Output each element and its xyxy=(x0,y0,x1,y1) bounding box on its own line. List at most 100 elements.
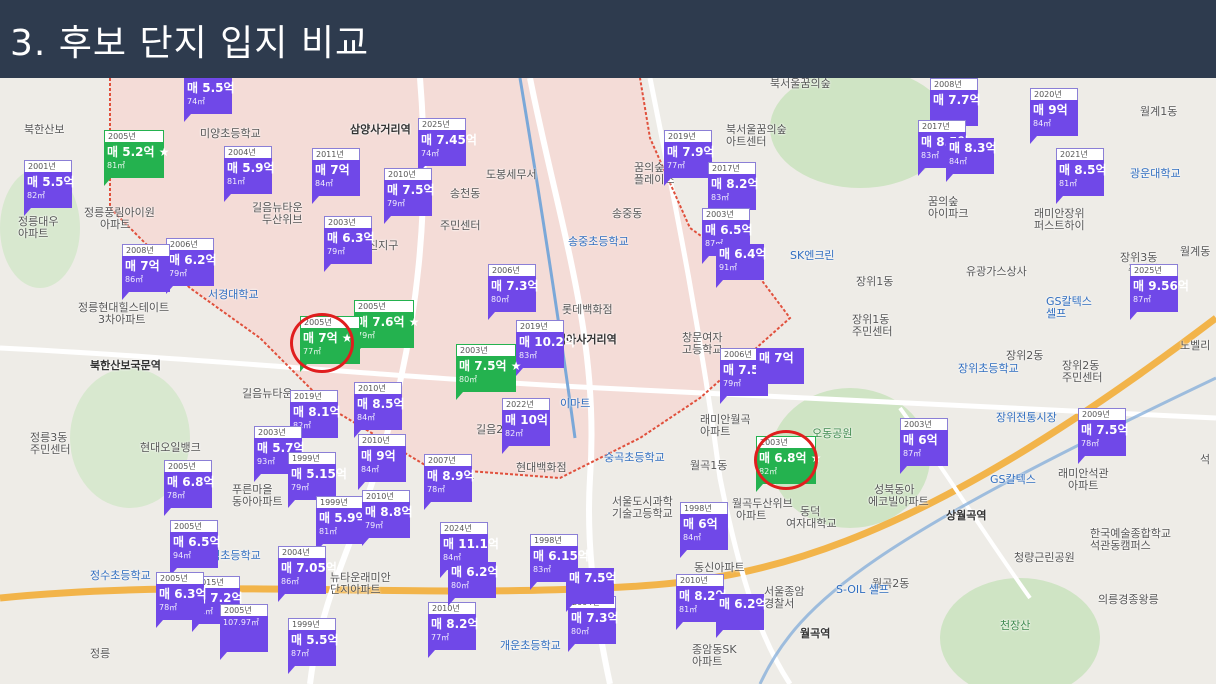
apartment-marker[interactable]: 2005년 매 5.2억 ★ 81㎡ xyxy=(104,130,169,186)
place-label: 월곡1동 xyxy=(690,459,728,472)
apartment-marker[interactable]: 2021년 매 8.5억 81㎡ xyxy=(1056,148,1107,204)
marker-price: 매 7억 xyxy=(315,163,350,177)
apartment-marker[interactable]: 2003년 매 7.5억 ★ 80㎡ xyxy=(456,344,521,400)
marker-year: 2024년 xyxy=(440,522,488,534)
apartment-marker[interactable]: 2010년 매 9억 84㎡ xyxy=(358,434,406,490)
place-label: 미양초등학교 xyxy=(200,127,261,140)
apartment-marker[interactable]: 2010년 매 8.5억 84㎡ xyxy=(354,382,405,438)
marker-area: 80㎡ xyxy=(451,581,470,590)
apartment-marker[interactable]: 2003년 매 6.3억 79㎡ xyxy=(324,216,375,272)
apartment-marker[interactable]: 2019년 매 7.9억 77㎡ xyxy=(664,130,715,186)
marker-price: 매 7억 xyxy=(759,351,794,365)
apartment-marker[interactable]: 2008년 매 7억 86㎡ xyxy=(122,244,170,300)
marker-year: 1998년 xyxy=(680,502,728,514)
marker-body: 매 6.8억 78㎡ xyxy=(164,472,215,508)
apartment-marker[interactable]: 2020년 매 9억 84㎡ xyxy=(1030,88,1078,144)
apartment-marker[interactable]: 2011년 매 7억 84㎡ xyxy=(312,148,360,204)
marker-price: 매 8.2억 xyxy=(431,617,479,631)
marker-area: 84㎡ xyxy=(357,413,376,422)
place-label: 기술고등학교 xyxy=(612,507,673,520)
marker-pointer xyxy=(184,114,191,122)
apartment-marker[interactable]: 1998년 매 6억 84㎡ xyxy=(680,502,728,558)
marker-area: 87㎡ xyxy=(903,449,922,458)
marker-pointer xyxy=(156,620,163,628)
marker-price: 매 8.2억 xyxy=(711,177,759,191)
marker-year: 2020년 xyxy=(1030,88,1078,100)
marker-area: 83㎡ xyxy=(711,193,730,202)
marker-body: 매 10억 82㎡ xyxy=(502,410,550,446)
marker-body: 매 8.8억 79㎡ xyxy=(362,502,413,538)
marker-price: 매 6.5억 xyxy=(173,535,221,549)
apartment-marker[interactable]: 2005년 매 7.6억 ★ 79㎡ xyxy=(354,300,419,356)
apartment-marker[interactable]: 매 5.5억 74㎡ xyxy=(184,78,235,122)
place-label: 석 xyxy=(1200,453,1211,466)
marker-area: 86㎡ xyxy=(281,577,300,586)
page-title: 3. 후보 단지 입지 비교 xyxy=(10,23,370,64)
apartment-marker[interactable]: 2005년 107.97㎡ xyxy=(220,604,268,660)
apartment-marker[interactable]: 2006년 매 7.3억 80㎡ xyxy=(488,264,539,320)
marker-body: 매 10.2억 83㎡ xyxy=(516,332,575,368)
place-label: 북한산보국문역 xyxy=(90,359,161,372)
apartment-marker[interactable]: 매 6.2억 xyxy=(716,594,767,638)
apartment-marker[interactable]: 1999년 매 5.9억 81㎡ xyxy=(316,496,367,552)
apartment-marker[interactable]: 2010년 매 7.5억 79㎡ xyxy=(384,168,435,224)
apartment-marker[interactable]: 매 6.4억 91㎡ xyxy=(716,244,767,288)
marker-pointer xyxy=(530,582,537,590)
marker-area: 87㎡ xyxy=(1133,295,1152,304)
marker-area: 77㎡ xyxy=(667,161,686,170)
marker-year: 2022년 xyxy=(502,398,550,410)
apartment-marker[interactable]: 2004년 매 5.9억 81㎡ xyxy=(224,146,275,202)
marker-price: 매 7억 xyxy=(125,259,160,273)
marker-area: 77㎡ xyxy=(431,633,450,642)
apartment-marker[interactable]: 2003년 매 6억 87㎡ xyxy=(900,418,948,474)
marker-price: 매 6.2억 xyxy=(719,597,767,611)
apartment-marker[interactable]: 2019년 매 10.2억 83㎡ xyxy=(516,320,575,376)
marker-body: 매 8.5억 81㎡ xyxy=(1056,160,1107,196)
marker-pointer xyxy=(428,650,435,658)
apartment-marker[interactable]: 매 6.2억 80㎡ xyxy=(448,562,499,606)
place-label: 월계동 xyxy=(1180,245,1211,258)
marker-area: 79㎡ xyxy=(387,199,406,208)
marker-pointer xyxy=(502,446,509,454)
marker-price: 매 8.8억 xyxy=(365,505,413,519)
marker-pointer xyxy=(756,384,763,392)
apartment-marker[interactable]: 매 7.5억 xyxy=(566,568,617,612)
place-label: 아파트 xyxy=(736,509,767,522)
apartment-marker[interactable]: 2025년 매 7.45억 74㎡ xyxy=(418,118,477,174)
apartment-marker[interactable]: 2001년 매 5.5억 82㎡ xyxy=(24,160,75,216)
apartment-marker[interactable]: 2006년 매 6.2억 79㎡ xyxy=(166,238,217,294)
marker-body: 매 6.2억 xyxy=(716,594,767,630)
place-label: 장위전통시장 xyxy=(996,411,1057,424)
apartment-marker[interactable]: 2007년 매 8.9억 78㎡ xyxy=(424,454,475,510)
place-label: 주민센터 xyxy=(440,219,481,232)
marker-body: 매 7억 86㎡ xyxy=(122,256,170,292)
apartment-marker[interactable]: 2005년 매 6.8억 78㎡ xyxy=(164,460,215,516)
place-label: 주민센터 xyxy=(30,443,71,456)
marker-area: 81㎡ xyxy=(319,527,338,536)
apartment-marker[interactable]: 매 8.3억 84㎡ xyxy=(946,138,997,182)
apartment-marker[interactable]: 2022년 매 10억 82㎡ xyxy=(502,398,550,454)
apartment-marker[interactable]: 2005년 매 6.3억 78㎡ xyxy=(156,572,207,628)
place-label: 월계1동 xyxy=(1140,105,1178,118)
place-label: 천장산 xyxy=(1000,619,1031,632)
marker-year: 2017년 xyxy=(918,120,966,132)
apartment-marker[interactable]: 1999년 매 5.5억 87㎡ xyxy=(288,618,339,674)
marker-price: 매 10억 xyxy=(505,413,548,427)
marker-pointer xyxy=(1130,312,1137,320)
apartment-marker[interactable]: 2010년 매 8.8억 79㎡ xyxy=(362,490,413,546)
apartment-marker[interactable]: 매 7억 xyxy=(756,348,804,392)
title-bar: 3. 후보 단지 입지 비교 xyxy=(0,0,1216,78)
apartment-marker[interactable]: 2025년 매 9.56억 87㎡ xyxy=(1130,264,1189,320)
marker-area: 107.97㎡ xyxy=(223,618,259,627)
apartment-marker[interactable]: 2009년 매 7.5억 78㎡ xyxy=(1078,408,1129,464)
marker-area: 84㎡ xyxy=(1033,119,1052,128)
place-label: 주민센터 xyxy=(1062,371,1103,384)
map-view[interactable]: 삼양사거리역 미양초등학교 정릉풍림아이원 아파트 정릉대우 아파트 서경대학교 정릉현대힐스… xyxy=(0,78,1216,684)
marker-year: 2010년 xyxy=(358,434,406,446)
marker-area: 84㎡ xyxy=(315,179,334,188)
place-label: 광운대학교 xyxy=(1130,167,1181,180)
marker-price: 매 8.5억 xyxy=(357,397,405,411)
apartment-marker[interactable]: 2004년 매 7.05억 86㎡ xyxy=(278,546,337,602)
apartment-marker[interactable]: 2005년 매 6.5억 94㎡ xyxy=(170,520,221,576)
apartment-marker[interactable]: 2010년 매 8.2억 77㎡ xyxy=(428,602,479,658)
